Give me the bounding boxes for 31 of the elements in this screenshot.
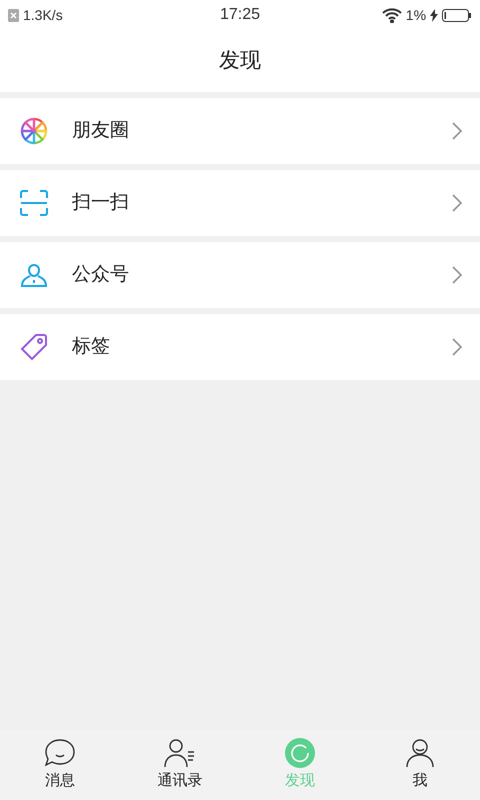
chevron-right-icon bbox=[452, 338, 462, 356]
charging-icon bbox=[430, 8, 438, 22]
aperture-icon bbox=[20, 117, 48, 145]
chat-bubble-icon bbox=[44, 738, 76, 768]
menu-label: 朋友圈 bbox=[72, 118, 130, 143]
network-speed: 1.3K/s bbox=[23, 6, 63, 24]
chevron-right-icon bbox=[452, 122, 462, 140]
menu-label: 标签 bbox=[72, 334, 111, 359]
contacts-icon bbox=[164, 738, 196, 768]
clock: 17:25 bbox=[220, 5, 260, 25]
chevron-right-icon bbox=[452, 266, 462, 284]
wifi-icon bbox=[382, 8, 402, 22]
chevron-right-icon bbox=[452, 194, 462, 212]
menu-item[interactable]: 公众号 bbox=[0, 242, 480, 308]
menu-label: 公众号 bbox=[72, 262, 130, 287]
no-sim-icon bbox=[8, 8, 19, 22]
battery-icon bbox=[442, 8, 472, 22]
tab-button[interactable]: 通讯录 bbox=[120, 730, 240, 800]
scan-icon bbox=[20, 190, 48, 216]
tab-button[interactable]: 我 bbox=[360, 730, 480, 800]
menu-label: 扫一扫 bbox=[72, 190, 130, 215]
discover-icon bbox=[285, 738, 315, 768]
tab-button[interactable]: 消息 bbox=[0, 730, 120, 800]
battery-percent: 1% bbox=[406, 6, 426, 24]
tag-icon bbox=[20, 333, 48, 361]
menu-item[interactable]: 朋友圈 bbox=[0, 98, 480, 164]
menu-item[interactable]: 标签 bbox=[0, 314, 480, 380]
person-icon bbox=[405, 738, 435, 768]
page-title: 发现 bbox=[219, 48, 261, 74]
menu-item[interactable]: 扫一扫 bbox=[0, 170, 480, 236]
person-icon bbox=[20, 262, 48, 288]
